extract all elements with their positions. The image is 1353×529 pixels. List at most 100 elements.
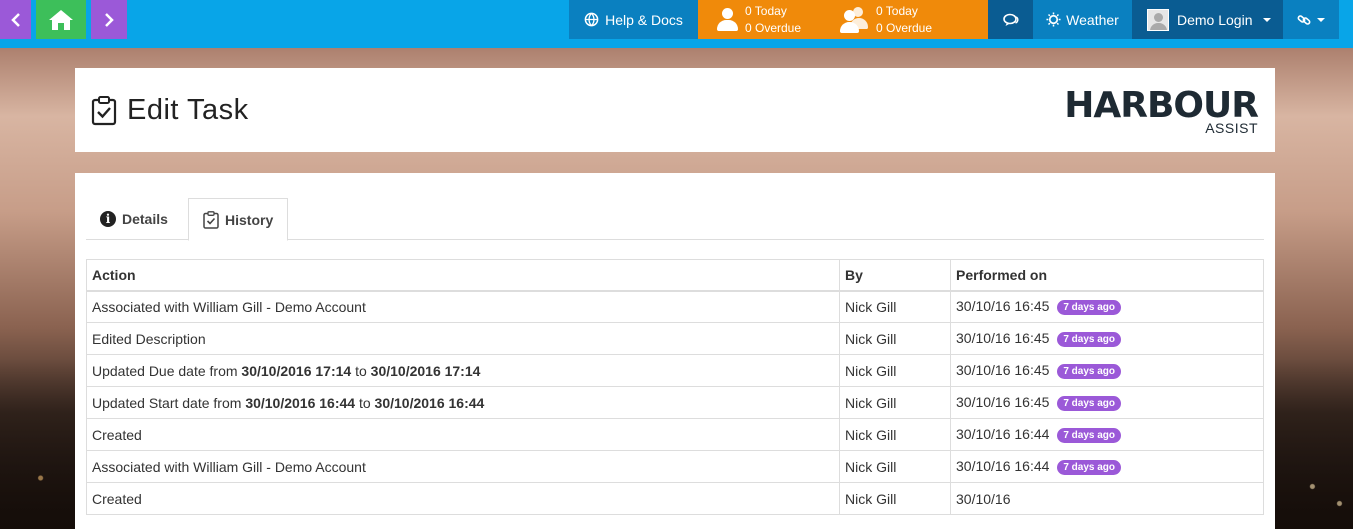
task-counters: 0 Today 0 Overdue 0 Today 0 Overdue <box>698 0 988 39</box>
links-menu[interactable] <box>1283 0 1339 39</box>
table-row: Updated Due date from 30/10/2016 17:14 t… <box>86 354 1264 387</box>
performed-cell: 30/10/16 16:45 7 days ago <box>950 290 1264 323</box>
page-title-text: Edit Task <box>127 94 249 126</box>
relative-time-badge: 7 days ago <box>1057 300 1122 316</box>
performed-datetime: 30/10/16 <box>956 490 1011 507</box>
action-prefix: Updated Due date from <box>92 362 242 379</box>
my-tasks-counter[interactable]: 0 Today 0 Overdue <box>715 0 801 39</box>
tab-details-label: Details <box>122 211 168 227</box>
by-cell: Nick Gill <box>839 290 951 323</box>
action-to-value: 30/10/2016 16:44 <box>374 394 485 411</box>
chat-button[interactable] <box>988 0 1033 39</box>
action-from-value: 30/10/2016 17:14 <box>241 362 352 379</box>
relative-time-badge: 7 days ago <box>1057 395 1122 411</box>
globe-icon <box>584 12 599 27</box>
link-icon <box>1297 14 1311 25</box>
avatar <box>1147 8 1169 31</box>
performed-datetime: 30/10/16 16:44 <box>956 458 1050 475</box>
tab-history[interactable]: History <box>188 198 289 241</box>
user-menu-label: Demo Login <box>1177 11 1253 28</box>
by-cell: Nick Gill <box>839 450 951 483</box>
clipboard-check-icon <box>91 95 117 125</box>
users-icon <box>840 6 870 33</box>
main-panel: i Details History Action By Performed on… <box>75 173 1275 529</box>
home-button[interactable] <box>36 0 86 39</box>
by-cell: Nick Gill <box>839 322 951 355</box>
performed-cell: 30/10/16 <box>950 482 1264 515</box>
weather-button[interactable]: Weather <box>1033 0 1132 39</box>
performed-datetime: 30/10/16 16:45 <box>956 298 1050 315</box>
info-icon: i <box>100 211 116 227</box>
performed-cell: 30/10/16 16:45 7 days ago <box>950 322 1264 355</box>
table-row: Associated with William Gill - Demo Acco… <box>86 290 1264 323</box>
chat-icon <box>1002 13 1019 26</box>
team-tasks-overdue: 0 Overdue <box>876 20 933 35</box>
by-cell: Nick Gill <box>839 386 951 419</box>
tab-details[interactable]: i Details <box>86 198 182 240</box>
action-prefix: Updated Start date from <box>92 394 246 411</box>
page-header: Edit Task HARBOUR ASSIST <box>75 68 1275 152</box>
performed-datetime: 30/10/16 16:45 <box>956 394 1050 411</box>
action-cell: Edited Description <box>86 322 840 355</box>
column-header-action[interactable]: Action <box>86 259 840 292</box>
forward-button[interactable] <box>91 0 127 39</box>
sun-icon <box>1046 12 1061 27</box>
action-cell: Associated with William Gill - Demo Acco… <box>86 450 840 483</box>
table-header-row: Action By Performed on <box>86 259 1264 292</box>
back-button[interactable] <box>0 0 31 39</box>
logo-subword: ASSIST <box>1205 120 1258 136</box>
team-tasks-counter[interactable]: 0 Today 0 Overdue <box>840 0 932 39</box>
by-cell: Nick Gill <box>839 354 951 387</box>
action-cell: Created <box>86 418 840 451</box>
harbour-assist-logo: HARBOUR ASSIST <box>1064 88 1259 137</box>
action-to-word: to <box>355 394 375 411</box>
column-header-by[interactable]: By <box>839 259 951 292</box>
by-cell: Nick Gill <box>839 418 951 451</box>
performed-cell: 30/10/16 16:44 7 days ago <box>950 450 1264 483</box>
table-row: Created Nick Gill 30/10/16 <box>86 482 1264 515</box>
my-tasks-today: 0 Today <box>745 3 787 18</box>
user-icon <box>715 7 739 33</box>
chevron-left-icon <box>10 12 20 27</box>
performed-cell: 30/10/16 16:44 7 days ago <box>950 418 1264 451</box>
action-to-word: to <box>351 362 371 379</box>
caret-down-icon <box>1317 17 1325 22</box>
team-tasks-today: 0 Today <box>876 3 918 18</box>
relative-time-badge: 7 days ago <box>1057 459 1122 475</box>
chevron-right-icon <box>105 12 114 27</box>
home-icon <box>49 9 73 30</box>
performed-cell: 30/10/16 16:45 7 days ago <box>950 354 1264 387</box>
top-navigation-bar: Help & Docs 0 Today 0 Overdue 0 Today 0 … <box>0 0 1353 48</box>
action-cell: Associated with William Gill - Demo Acco… <box>86 290 840 323</box>
table-row: Updated Start date from 30/10/2016 16:44… <box>86 386 1264 419</box>
user-menu[interactable]: Demo Login <box>1132 0 1283 39</box>
performed-cell: 30/10/16 16:45 7 days ago <box>950 386 1264 419</box>
clipboard-check-icon <box>203 210 219 229</box>
relative-time-badge: 7 days ago <box>1057 331 1122 347</box>
help-docs-label: Help & Docs <box>605 11 683 28</box>
page-title: Edit Task <box>91 94 249 127</box>
action-cell: Updated Start date from 30/10/2016 16:44… <box>86 386 840 419</box>
tab-history-label: History <box>225 211 274 228</box>
action-cell: Created <box>86 482 840 515</box>
column-header-performed-on[interactable]: Performed on <box>950 259 1264 292</box>
table-row: Associated with William Gill - Demo Acco… <box>86 450 1264 483</box>
performed-datetime: 30/10/16 16:45 <box>956 362 1050 379</box>
table-row: Created Nick Gill 30/10/16 16:44 7 days … <box>86 418 1264 451</box>
caret-down-icon <box>1262 17 1271 22</box>
history-table: Action By Performed on Associated with W… <box>86 259 1264 515</box>
table-row: Edited Description Nick Gill 30/10/16 16… <box>86 322 1264 355</box>
weather-label: Weather <box>1066 11 1119 28</box>
relative-time-badge: 7 days ago <box>1057 363 1122 379</box>
my-tasks-overdue: 0 Overdue <box>745 20 802 35</box>
performed-datetime: 30/10/16 16:44 <box>956 426 1050 443</box>
logo-word: HARBOUR <box>1064 85 1259 126</box>
action-cell: Updated Due date from 30/10/2016 17:14 t… <box>86 354 840 387</box>
performed-datetime: 30/10/16 16:45 <box>956 330 1050 347</box>
tab-bar: i Details History <box>86 198 1264 241</box>
by-cell: Nick Gill <box>839 482 951 515</box>
relative-time-badge: 7 days ago <box>1057 427 1122 443</box>
action-from-value: 30/10/2016 16:44 <box>245 394 356 411</box>
help-docs-button[interactable]: Help & Docs <box>569 0 698 39</box>
action-to-value: 30/10/2016 17:14 <box>370 362 481 379</box>
